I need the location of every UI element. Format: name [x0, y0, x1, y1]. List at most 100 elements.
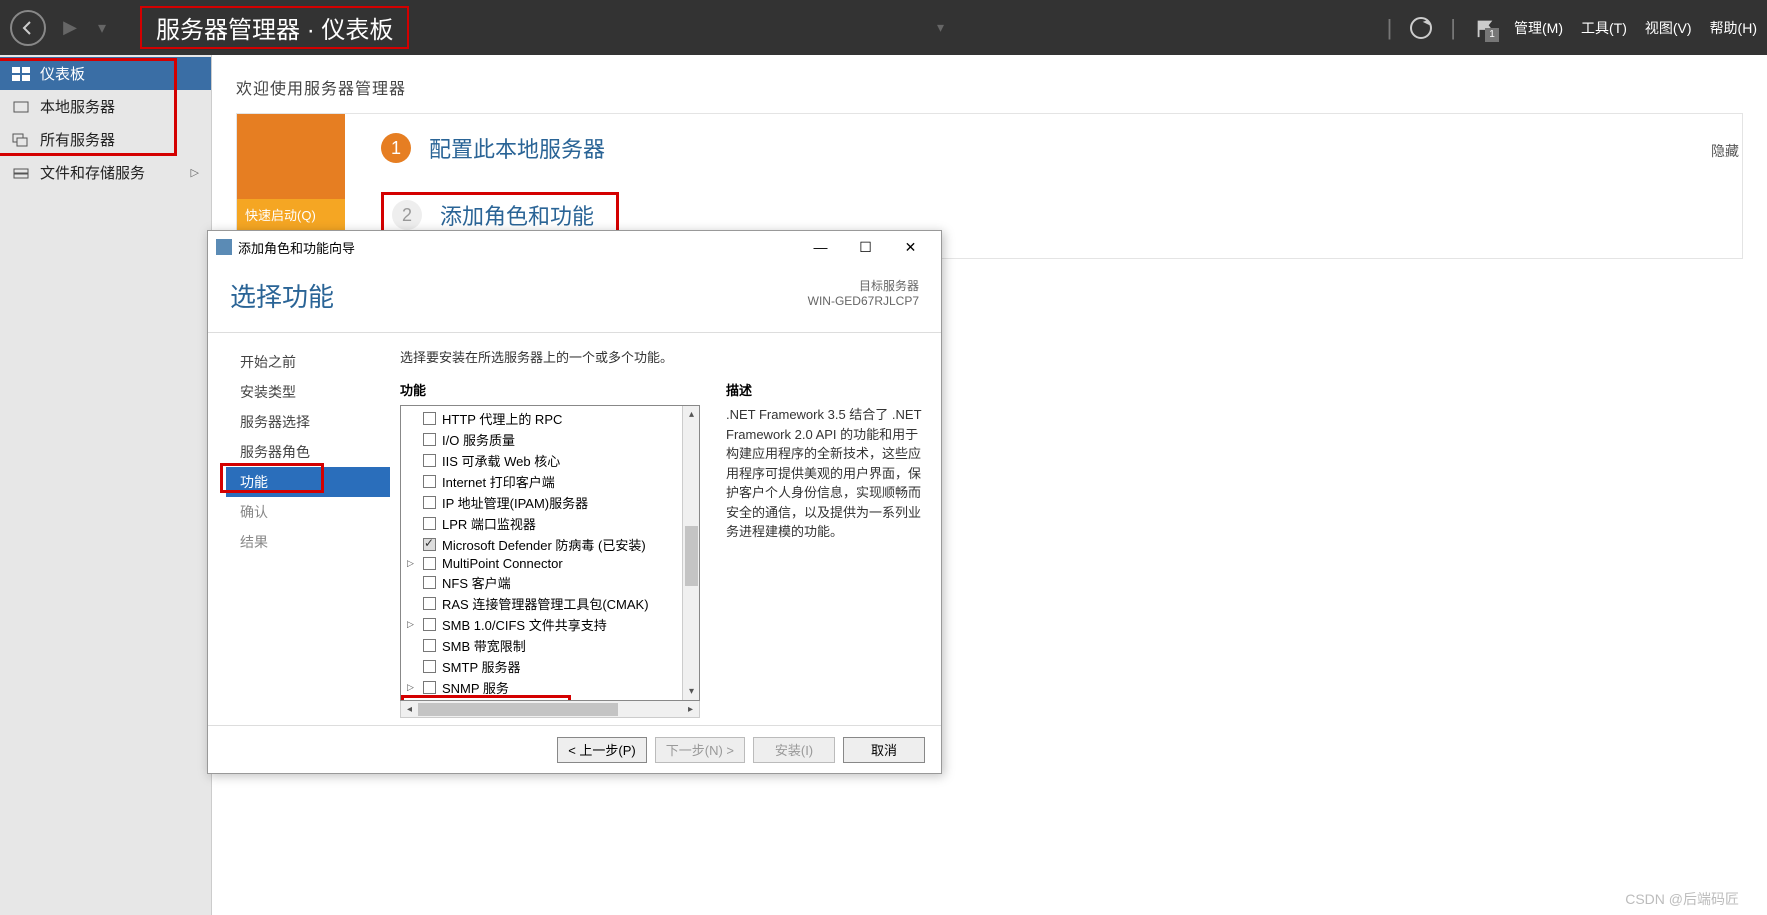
- annotation-box: [220, 463, 324, 493]
- notifications-badge: 1: [1485, 28, 1499, 42]
- wizard-nav: 开始之前 安装类型 服务器选择 服务器角色 功能 确认 结果: [208, 347, 390, 725]
- feature-label: HTTP 代理上的 RPC: [442, 409, 562, 428]
- nav-before-begin[interactable]: 开始之前: [230, 347, 390, 377]
- feature-label: SMB 1.0/CIFS 文件共享支持: [442, 615, 607, 634]
- horizontal-scrollbar[interactable]: ◂ ▸: [400, 701, 700, 718]
- sidebar-item-local-server[interactable]: 本地服务器: [0, 90, 211, 123]
- scroll-down-icon[interactable]: ▾: [683, 683, 700, 700]
- install-button: 安装(I): [753, 737, 835, 763]
- checkbox[interactable]: [423, 660, 436, 673]
- dialog-intro: 选择要安装在所选服务器上的一个或多个功能。: [400, 347, 923, 366]
- step-number-1: 1: [381, 133, 411, 163]
- features-column-header: 功能: [400, 380, 700, 399]
- checkbox[interactable]: [423, 618, 436, 631]
- next-button: 下一步(N) >: [655, 737, 745, 763]
- scroll-up-icon[interactable]: ▴: [683, 406, 700, 423]
- feature-label: I/O 服务质量: [442, 430, 515, 449]
- sidebar-item-file-storage[interactable]: 文件和存储服务 ▷: [0, 156, 211, 189]
- feature-item[interactable]: SMB 1.0/CIFS 文件共享支持: [401, 614, 699, 635]
- feature-label: IIS 可承载 Web 核心: [442, 451, 560, 470]
- checkbox[interactable]: [423, 538, 436, 551]
- expand-icon[interactable]: ▷: [191, 166, 199, 179]
- nav-back-button[interactable]: [10, 10, 46, 46]
- feature-item[interactable]: Microsoft Defender 防病毒 (已安装): [401, 534, 699, 555]
- hide-button[interactable]: 隐藏: [1711, 141, 1739, 161]
- dialog-titlebar[interactable]: 添加角色和功能向导 — ☐ ✕: [208, 231, 941, 263]
- dialog-heading: 选择功能: [230, 277, 334, 314]
- sidebar-item-label: 仪表板: [40, 63, 85, 84]
- dialog-footer: < 上一步(P) 下一步(N) > 安装(I) 取消: [208, 725, 941, 773]
- feature-description: .NET Framework 3.5 结合了 .NET Framework 2.…: [726, 405, 923, 542]
- checkbox[interactable]: [423, 576, 436, 589]
- sidebar-item-all-servers[interactable]: 所有服务器: [0, 123, 211, 156]
- checkbox[interactable]: [423, 639, 436, 652]
- checkbox[interactable]: [423, 475, 436, 488]
- feature-item[interactable]: Internet 打印客户端: [401, 471, 699, 492]
- checkbox[interactable]: [423, 454, 436, 467]
- nav-confirm: 确认: [230, 497, 390, 527]
- refresh-icon[interactable]: [1410, 17, 1432, 39]
- menu-view[interactable]: 视图(V): [1645, 18, 1692, 38]
- feature-label: LPR 端口监视器: [442, 514, 536, 533]
- feature-label: Microsoft Defender 防病毒 (已安装): [442, 535, 646, 554]
- sidebar-item-dashboard[interactable]: 仪表板: [0, 57, 211, 90]
- nav-features[interactable]: 功能: [226, 467, 390, 497]
- feature-label: Internet 打印客户端: [442, 472, 555, 491]
- watermark: CSDN @后端码匠: [1625, 889, 1739, 909]
- server-icon: [12, 100, 30, 114]
- checkbox[interactable]: [423, 517, 436, 530]
- scroll-right-icon[interactable]: ▸: [682, 704, 699, 715]
- minimize-button[interactable]: —: [798, 232, 843, 262]
- feature-item[interactable]: MultiPoint Connector: [401, 555, 699, 572]
- feature-item[interactable]: RAS 连接管理器管理工具包(CMAK): [401, 593, 699, 614]
- menu-help[interactable]: 帮助(H): [1710, 18, 1757, 38]
- feature-label: IP 地址管理(IPAM)服务器: [442, 493, 588, 512]
- sidebar: 仪表板 本地服务器 所有服务器 文件和存储服务 ▷: [0, 55, 212, 915]
- feature-item[interactable]: IP 地址管理(IPAM)服务器: [401, 492, 699, 513]
- notifications-icon[interactable]: 1: [1474, 17, 1496, 39]
- cancel-button[interactable]: 取消: [843, 737, 925, 763]
- menu-manage[interactable]: 管理(M): [1514, 18, 1563, 38]
- scrollbar-thumb[interactable]: [685, 526, 698, 586]
- feature-item[interactable]: HTTP 代理上的 RPC: [401, 408, 699, 429]
- sidebar-item-label: 所有服务器: [40, 129, 115, 150]
- feature-label: NFS 客户端: [442, 573, 511, 592]
- nav-install-type[interactable]: 安装类型: [230, 377, 390, 407]
- checkbox[interactable]: [423, 597, 436, 610]
- nav-dropdown-icon[interactable]: ▾: [98, 18, 106, 38]
- checkbox[interactable]: [423, 496, 436, 509]
- features-listbox[interactable]: HTTP 代理上的 RPC I/O 服务质量 IIS 可承载 Web 核心 Inter…: [400, 405, 700, 701]
- step-label: 配置此本地服务器: [429, 132, 605, 164]
- menu-tools[interactable]: 工具(T): [1581, 18, 1627, 38]
- feature-item[interactable]: I/O 服务质量: [401, 429, 699, 450]
- quick-start-label: 快速启动(Q): [237, 199, 345, 230]
- previous-button[interactable]: < 上一步(P): [557, 737, 647, 763]
- feature-item[interactable]: LPR 端口监视器: [401, 513, 699, 534]
- feature-item[interactable]: SMTP 服务器: [401, 656, 699, 677]
- feature-label: MultiPoint Connector: [442, 556, 563, 571]
- feature-label: SMB 带宽限制: [442, 636, 526, 655]
- checkbox[interactable]: [423, 681, 436, 694]
- feature-item[interactable]: NFS 客户端: [401, 572, 699, 593]
- checkbox[interactable]: [423, 557, 436, 570]
- breadcrumb-dropdown-icon[interactable]: ▾: [937, 19, 944, 36]
- nav-forward-button[interactable]: ▶: [52, 10, 88, 46]
- quick-start-tile[interactable]: 快速启动(Q): [237, 114, 345, 230]
- checkbox[interactable]: [423, 412, 436, 425]
- maximize-button[interactable]: ☐: [843, 232, 888, 262]
- step-configure-server[interactable]: 1 配置此本地服务器: [381, 132, 1716, 164]
- sidebar-item-label: 本地服务器: [40, 96, 115, 117]
- feature-item[interactable]: IIS 可承载 Web 核心: [401, 450, 699, 471]
- nav-server-selection[interactable]: 服务器选择: [230, 407, 390, 437]
- vertical-scrollbar[interactable]: ▴ ▾: [682, 406, 699, 700]
- scroll-left-icon[interactable]: ◂: [401, 704, 418, 715]
- feature-item[interactable]: SMB 带宽限制: [401, 635, 699, 656]
- welcome-title: 欢迎使用服务器管理器: [236, 75, 1743, 99]
- add-roles-wizard-dialog: 添加角色和功能向导 — ☐ ✕ 选择功能 目标服务器 WIN-GED67RJLC…: [207, 230, 942, 774]
- feature-label: RAS 连接管理器管理工具包(CMAK): [442, 594, 649, 613]
- close-button[interactable]: ✕: [888, 232, 933, 262]
- dashboard-icon: [12, 67, 30, 81]
- checkbox[interactable]: [423, 433, 436, 446]
- description-column-header: 描述: [726, 380, 923, 399]
- scrollbar-thumb[interactable]: [418, 703, 618, 716]
